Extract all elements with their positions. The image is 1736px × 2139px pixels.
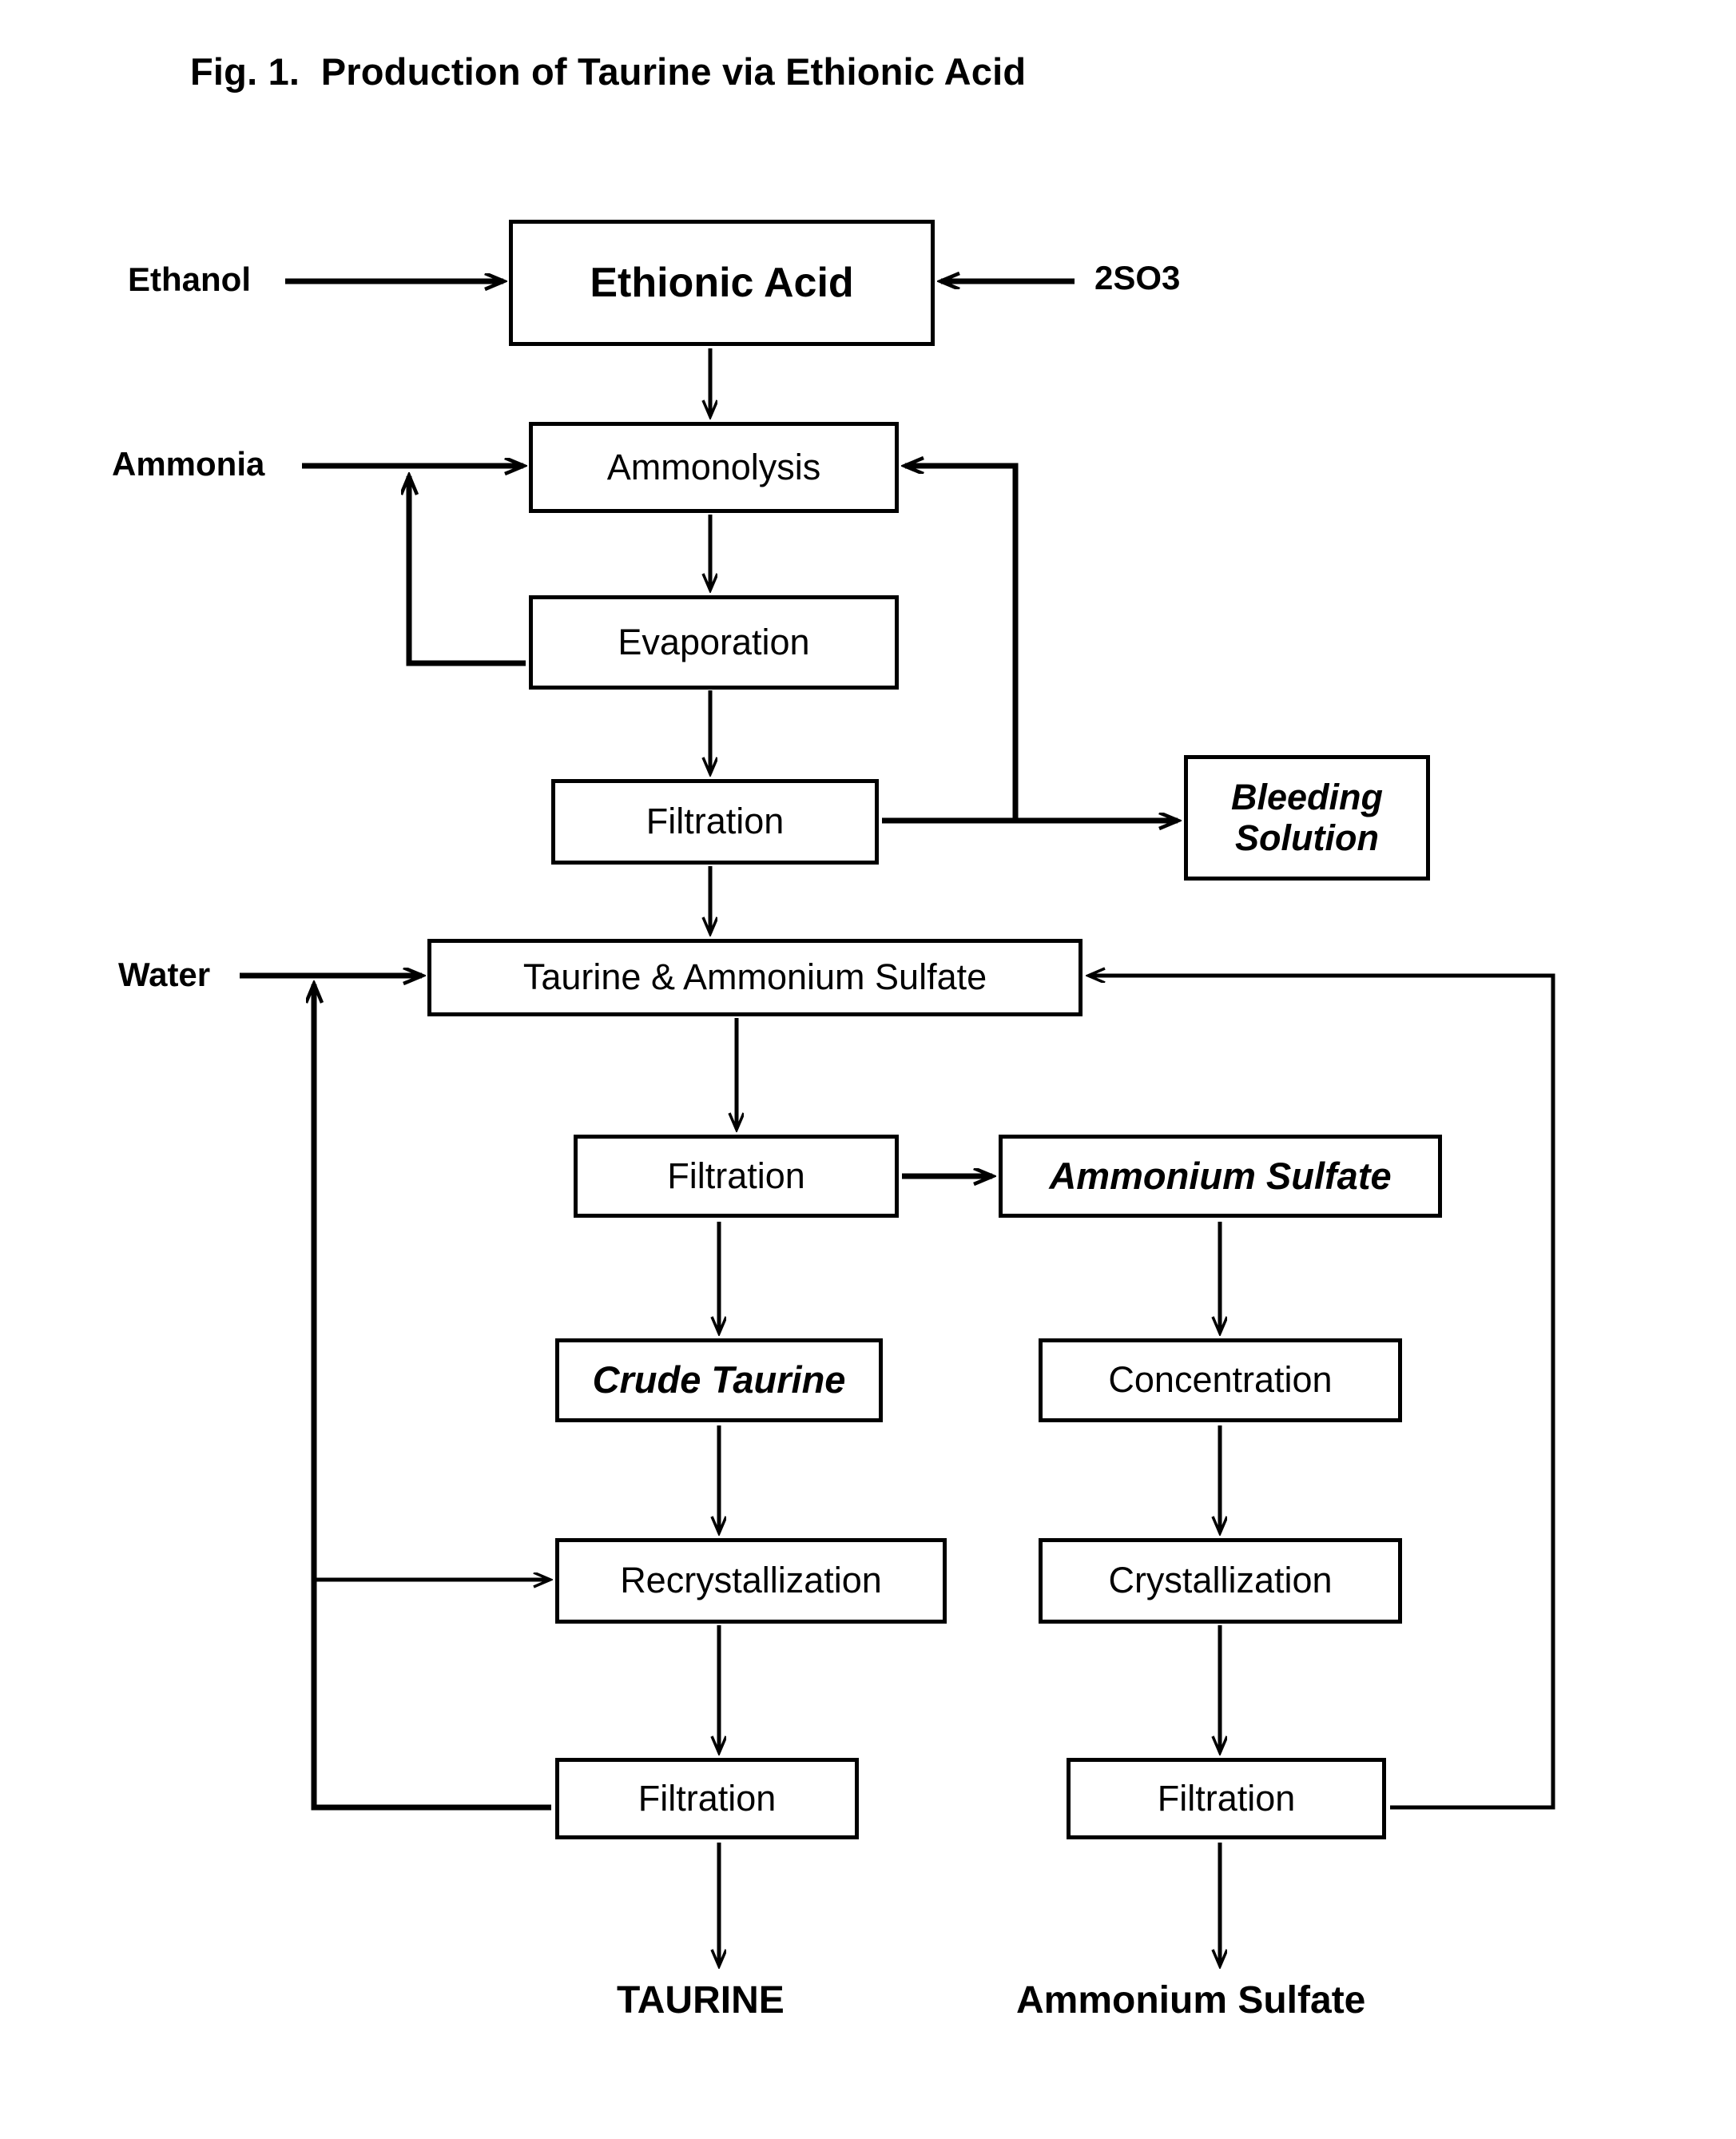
node-filtration-3[interactable]: Filtration xyxy=(555,1758,860,1840)
node-label: Filtration xyxy=(1157,1777,1296,1819)
node-label: Filtration xyxy=(667,1155,805,1196)
node-bleeding-solution[interactable]: Bleeding Solution xyxy=(1184,755,1431,881)
output-label-taurine: TAURINE xyxy=(617,1979,785,2022)
node-crystallization[interactable]: Crystallization xyxy=(1039,1538,1403,1624)
output-label-ammonium-sulfate: Ammonium Sulfate xyxy=(1016,1979,1366,2022)
node-label: Evaporation xyxy=(618,621,810,662)
node-label: Concentration xyxy=(1108,1359,1333,1401)
node-ammonolysis[interactable]: Ammonolysis xyxy=(529,422,900,514)
node-label: Filtration xyxy=(646,801,785,842)
node-ethionic-acid[interactable]: Ethionic Acid xyxy=(509,220,936,347)
node-recrystallization[interactable]: Recrystallization xyxy=(555,1538,947,1624)
node-filtration-1[interactable]: Filtration xyxy=(551,779,880,865)
node-label: Bleeding Solution xyxy=(1230,777,1384,858)
node-filtration-4[interactable]: Filtration xyxy=(1067,1758,1387,1840)
node-label: Filtration xyxy=(638,1777,777,1819)
node-filtration-2[interactable]: Filtration xyxy=(574,1135,900,1219)
node-concentration[interactable]: Concentration xyxy=(1039,1338,1403,1423)
node-ammonium-sulfate[interactable]: Ammonium Sulfate xyxy=(999,1135,1443,1219)
node-label: Ethionic Acid xyxy=(590,259,854,306)
figure-canvas: Fig. 1. Production of Taurine via Ethion… xyxy=(0,0,1736,2139)
input-label-ammonia: Ammonia xyxy=(112,445,265,483)
input-label-water: Water xyxy=(118,956,211,993)
node-label: Ammonolysis xyxy=(606,446,821,487)
input-label-ethanol: Ethanol xyxy=(128,260,251,298)
node-taurine-and-ammonium-sulfate[interactable]: Taurine & Ammonium Sulfate xyxy=(427,939,1083,1017)
node-label: Taurine & Ammonium Sulfate xyxy=(522,956,987,998)
node-label: Crystallization xyxy=(1108,1560,1333,1601)
node-crude-taurine[interactable]: Crude Taurine xyxy=(555,1338,884,1423)
node-label: Crude Taurine xyxy=(592,1358,846,1401)
node-label: Recrystallization xyxy=(620,1560,882,1601)
input-label-2so3: 2SO3 xyxy=(1094,259,1181,296)
node-evaporation[interactable]: Evaporation xyxy=(529,595,900,690)
node-label: Ammonium Sulfate xyxy=(1049,1154,1392,1197)
